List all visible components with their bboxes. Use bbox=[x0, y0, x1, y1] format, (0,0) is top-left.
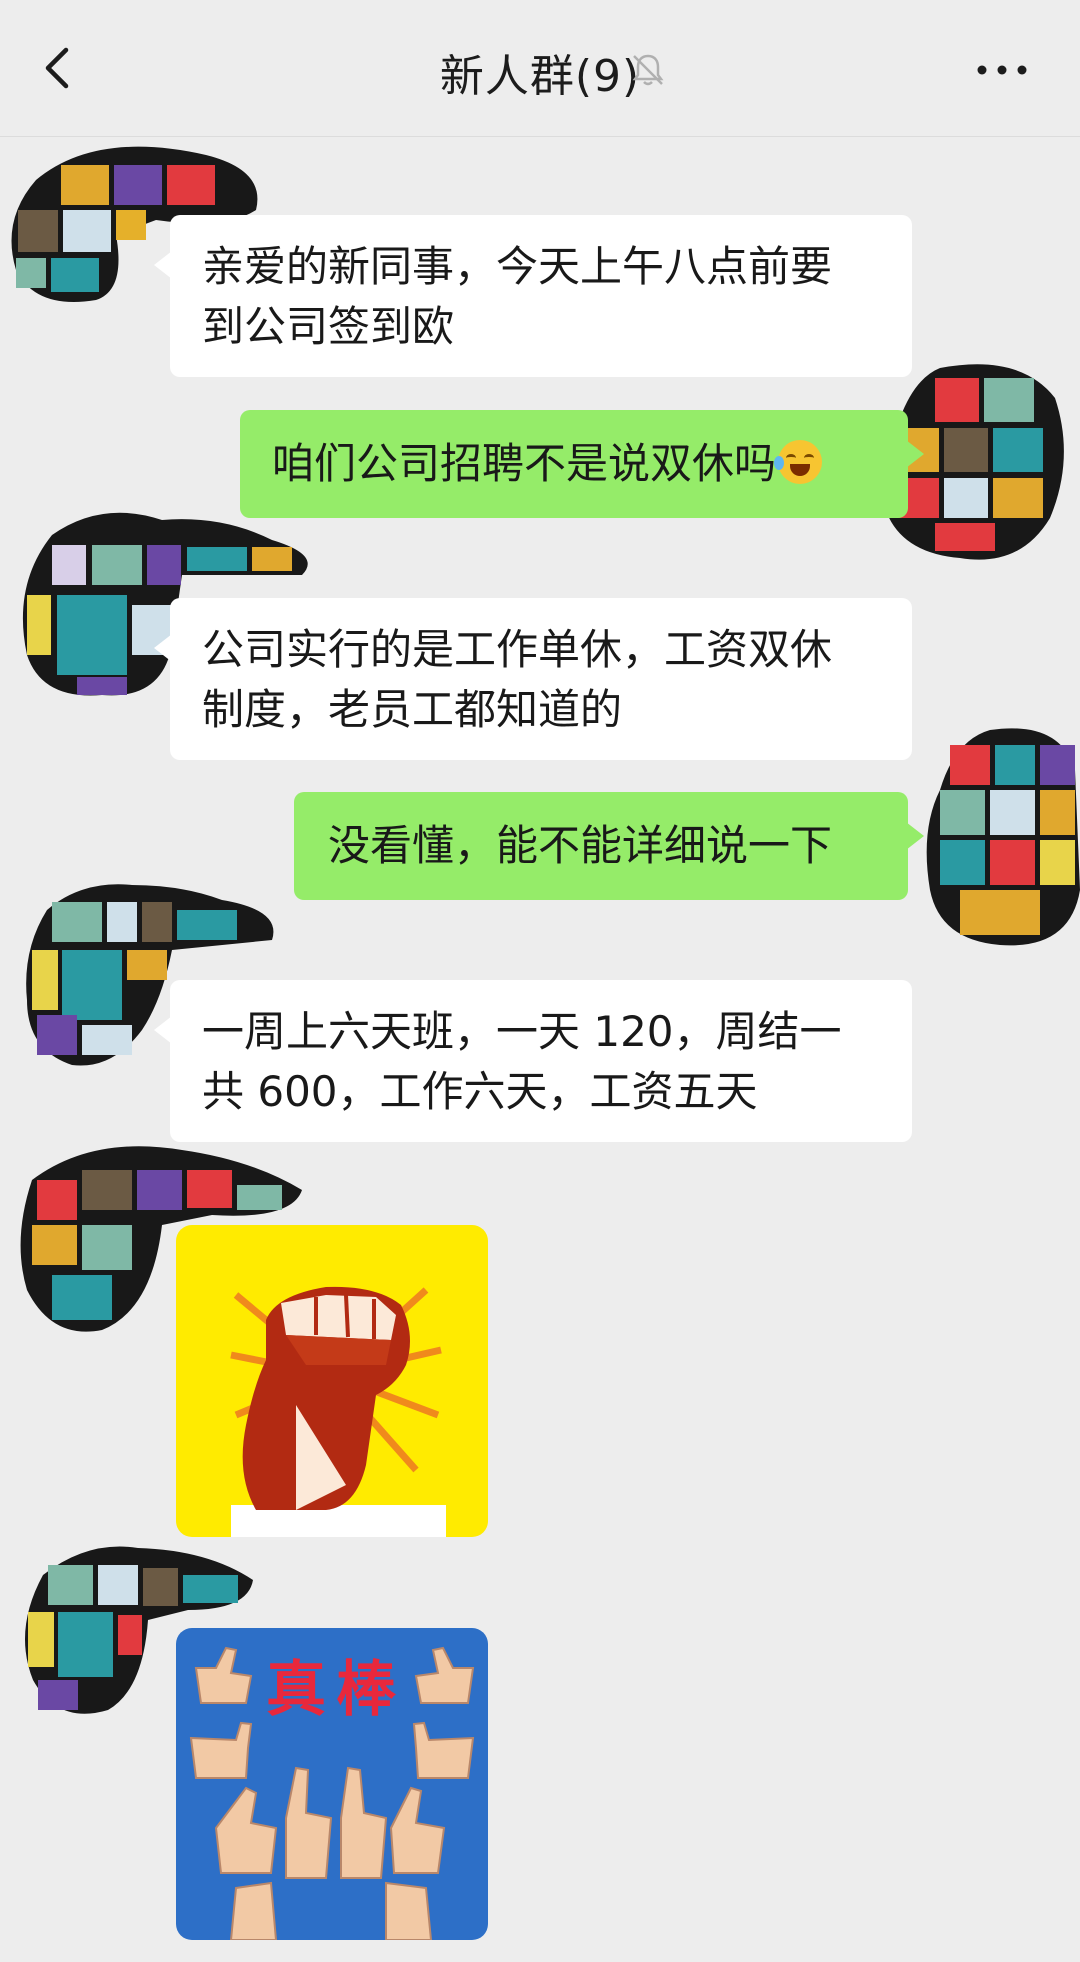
chat-header: 新人群(9) bbox=[0, 0, 1080, 137]
grimace-sweat-emoji bbox=[774, 440, 823, 484]
message-line: 一周上六天班，一天 120，周结一 bbox=[202, 1007, 842, 1056]
message-line: 制度，老员工都知道的 bbox=[202, 685, 623, 734]
message-text: 咱们公司招聘不是说双休吗 bbox=[272, 439, 777, 488]
message-bubble-1[interactable]: 亲爱的新同事，今天上午八点前要 到公司签到欧 bbox=[154, 215, 912, 377]
message-line: 亲爱的新同事，今天上午八点前要 bbox=[202, 242, 833, 291]
more-dots-icon[interactable] bbox=[972, 50, 1032, 90]
message-line: 共 600，工作六天，工资五天 bbox=[202, 1067, 758, 1116]
group-title: 新人群(9) bbox=[439, 51, 641, 102]
avatar-mosaic-self-2[interactable] bbox=[920, 720, 1080, 950]
raised-fist-sticker[interactable] bbox=[176, 1225, 488, 1537]
sticker-caption: 真棒 bbox=[266, 1655, 406, 1725]
bell-off-icon bbox=[632, 54, 664, 86]
message-bubble-2[interactable]: 咱们公司招聘不是说双休吗 bbox=[240, 410, 924, 518]
message-text: 没看懂，能不能详细说一下 bbox=[328, 821, 833, 870]
message-bubble-3[interactable]: 公司实行的是工作单休，工资双休 制度，老员工都知道的 bbox=[154, 598, 912, 760]
message-line: 公司实行的是工作单休，工资双休 bbox=[202, 625, 833, 674]
message-bubble-5[interactable]: 一周上六天班，一天 120，周结一 共 600，工作六天，工资五天 bbox=[154, 980, 912, 1142]
message-bubble-4[interactable]: 没看懂，能不能详细说一下 bbox=[294, 792, 924, 900]
thumbs-up-sticker[interactable]: 真棒 bbox=[176, 1628, 488, 1940]
message-line: 到公司签到欧 bbox=[202, 302, 455, 351]
